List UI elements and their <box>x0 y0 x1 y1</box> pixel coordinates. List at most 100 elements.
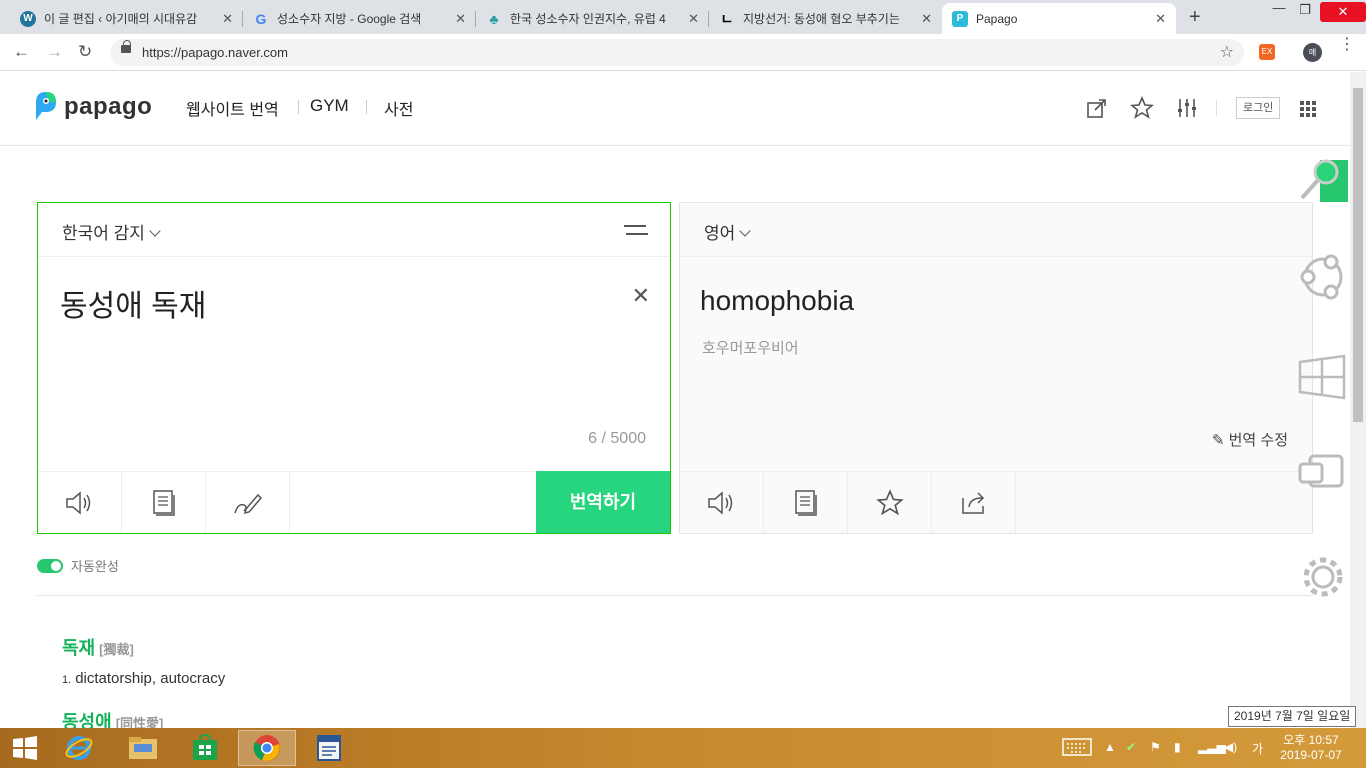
taskbar-file-explorer[interactable] <box>114 730 172 766</box>
keyboard-icon[interactable] <box>1062 738 1092 759</box>
papago-page: papago 웹사이트 번역 GYM 사전 로그인 한국어 감지 동성애 독재 … <box>0 72 1350 728</box>
browser-tab-2[interactable]: G 성소수자 지방 - Google 검색 ✕ <box>243 3 476 34</box>
copy-button[interactable] <box>764 472 848 533</box>
character-counter: 6 / 5000 <box>588 430 646 447</box>
page-scrollbar[interactable] <box>1350 72 1366 728</box>
browser-menu-icon[interactable]: ⋮ <box>1339 37 1355 53</box>
news-site-icon: ♣ <box>489 10 499 27</box>
security-tray-icon[interactable]: ✔ <box>1126 740 1136 754</box>
windows-start-icon[interactable] <box>1298 354 1348 400</box>
network-signal-icon[interactable]: ▂▃▅ <box>1198 740 1226 754</box>
nav-divider <box>298 100 299 114</box>
listen-button[interactable] <box>680 472 764 533</box>
swap-languages-icon[interactable] <box>624 220 648 240</box>
source-actions: 번역하기 <box>38 471 670 533</box>
browser-tab-4[interactable]: ㄴ 지방선거: 동성애 혐오 부추기는 ✕ <box>709 3 942 34</box>
bookmark-star-icon[interactable]: ☆ <box>1220 42 1234 62</box>
taskbar-internet-explorer[interactable] <box>50 730 108 766</box>
restore-button[interactable]: ❐ <box>1290 2 1320 18</box>
edit-translation-button[interactable]: ✎ 번역 수정 <box>1212 429 1288 450</box>
reload-icon[interactable]: ↻ <box>78 42 92 62</box>
pen-icon <box>233 493 262 514</box>
nav-gym[interactable]: GYM <box>310 96 349 116</box>
lock-icon <box>121 40 131 53</box>
date-tooltip: 2019년 7월 7일 일요일 <box>1228 706 1357 727</box>
nav-website-translate[interactable]: 웹사이트 번역 <box>186 96 279 120</box>
login-button[interactable]: 로그인 <box>1236 97 1281 119</box>
close-tab-icon[interactable]: ✕ <box>1155 11 1166 27</box>
favorite-button[interactable] <box>848 472 932 533</box>
ime-indicator[interactable]: 가 <box>1252 740 1263 757</box>
extension-icon[interactable]: EX <box>1259 44 1275 60</box>
toggle-switch[interactable] <box>37 558 63 573</box>
dictionary-entry: 독재 [獨裁] 1. dictatorship, autocracy <box>62 634 225 687</box>
papago-logo-icon <box>36 92 56 120</box>
scrollbar-thumb[interactable] <box>1353 88 1363 422</box>
definition-text: dictatorship, autocracy <box>75 670 226 687</box>
source-language-label: 한국어 감지 <box>62 224 145 243</box>
browser-tabstrip: W 이 글 편집 ‹ 아기매의 시대유감 ✕ G 성소수자 지방 - Googl… <box>0 0 1366 34</box>
power-tray-icon[interactable]: ▮ <box>1174 740 1181 754</box>
browser-tab-5-active[interactable]: P Papago ✕ <box>942 3 1176 34</box>
apps-grid-icon[interactable] <box>1300 101 1316 117</box>
show-hidden-icons[interactable]: ▲ <box>1104 740 1116 754</box>
star-icon <box>875 488 904 515</box>
autocomplete-toggle[interactable]: 자동완성 <box>37 556 119 575</box>
settings-sliders-icon[interactable] <box>1176 97 1198 119</box>
address-bar[interactable]: https://papago.naver.com ☆ <box>110 39 1244 66</box>
pronunciation-text: 호우머포우비어 <box>702 340 799 357</box>
close-tab-icon[interactable]: ✕ <box>921 11 932 27</box>
definition-number: 1. <box>62 674 72 686</box>
new-tab-button[interactable]: + <box>1189 6 1201 29</box>
taskbar-word-app[interactable] <box>300 730 358 766</box>
clock-date: 2019-07-07 <box>1280 748 1342 762</box>
volume-icon[interactable]: ◀) <box>1224 740 1237 754</box>
taskbar-chrome[interactable] <box>238 730 296 766</box>
url-text[interactable]: https://papago.naver.com <box>142 45 288 60</box>
start-button[interactable] <box>0 730 50 766</box>
source-text-input[interactable]: 동성애 독재 <box>60 281 206 325</box>
speaker-icon <box>65 490 90 515</box>
translate-button[interactable]: 번역하기 <box>536 471 670 533</box>
chevron-down-icon <box>739 225 751 237</box>
share-button[interactable] <box>932 472 1016 533</box>
window-close-button[interactable]: ✕ <box>1320 2 1366 22</box>
dictionary-word[interactable]: 독재 <box>62 638 95 658</box>
browser-toolbar: ← → ↻ https://papago.naver.com ☆ EX 매 ⋮ <box>0 34 1366 71</box>
system-clock[interactable]: 오후 10:57 2019-07-07 <box>1278 733 1344 763</box>
clear-text-icon[interactable]: ✕ <box>632 283 650 309</box>
chevron-down-icon <box>149 225 161 237</box>
favorites-star-icon[interactable] <box>1130 96 1154 120</box>
network-icon[interactable] <box>1298 254 1348 300</box>
settings-gear-icon[interactable] <box>1298 552 1348 598</box>
flag-tray-icon[interactable]: ⚑ <box>1150 740 1161 754</box>
speaker-icon <box>707 490 732 515</box>
papago-logo[interactable]: papago <box>32 90 152 124</box>
nav-dictionary[interactable]: 사전 <box>384 96 413 120</box>
google-icon: G <box>255 10 267 27</box>
close-tab-icon[interactable]: ✕ <box>455 11 466 27</box>
close-tab-icon[interactable]: ✕ <box>222 11 233 27</box>
close-tab-icon[interactable]: ✕ <box>688 11 699 27</box>
share-window-icon[interactable] <box>1086 97 1108 119</box>
windows-logo-icon <box>13 736 37 760</box>
handwriting-button[interactable] <box>206 472 290 533</box>
browser-tab-3[interactable]: ♣ 한국 성소수자 인권지수, 유럽 4 ✕ <box>476 3 709 34</box>
search-magnifier-icon[interactable] <box>1298 156 1348 202</box>
dictionary-word[interactable]: 동성애 <box>62 712 112 728</box>
dictionary-hanja: [獨裁] <box>99 642 134 657</box>
taskbar-store[interactable] <box>176 730 234 766</box>
source-language-select[interactable]: 한국어 감지 <box>62 219 161 244</box>
browser-tab-1[interactable]: W 이 글 편집 ‹ 아기매의 시대유감 ✕ <box>10 3 243 34</box>
devices-icon[interactable] <box>1298 452 1348 498</box>
copy-icon <box>794 489 817 516</box>
profile-avatar[interactable]: 매 <box>1303 43 1322 62</box>
wordpress-icon: W <box>20 10 36 27</box>
back-icon[interactable]: ← <box>13 42 30 62</box>
target-language-select[interactable]: 영어 <box>704 219 751 244</box>
listen-button[interactable] <box>38 472 122 533</box>
copy-button[interactable] <box>122 472 206 533</box>
papago-favicon: P <box>952 10 968 27</box>
dictionary-entry: 동성애 [同性愛] <box>62 708 163 728</box>
forward-icon[interactable]: → <box>46 42 63 62</box>
